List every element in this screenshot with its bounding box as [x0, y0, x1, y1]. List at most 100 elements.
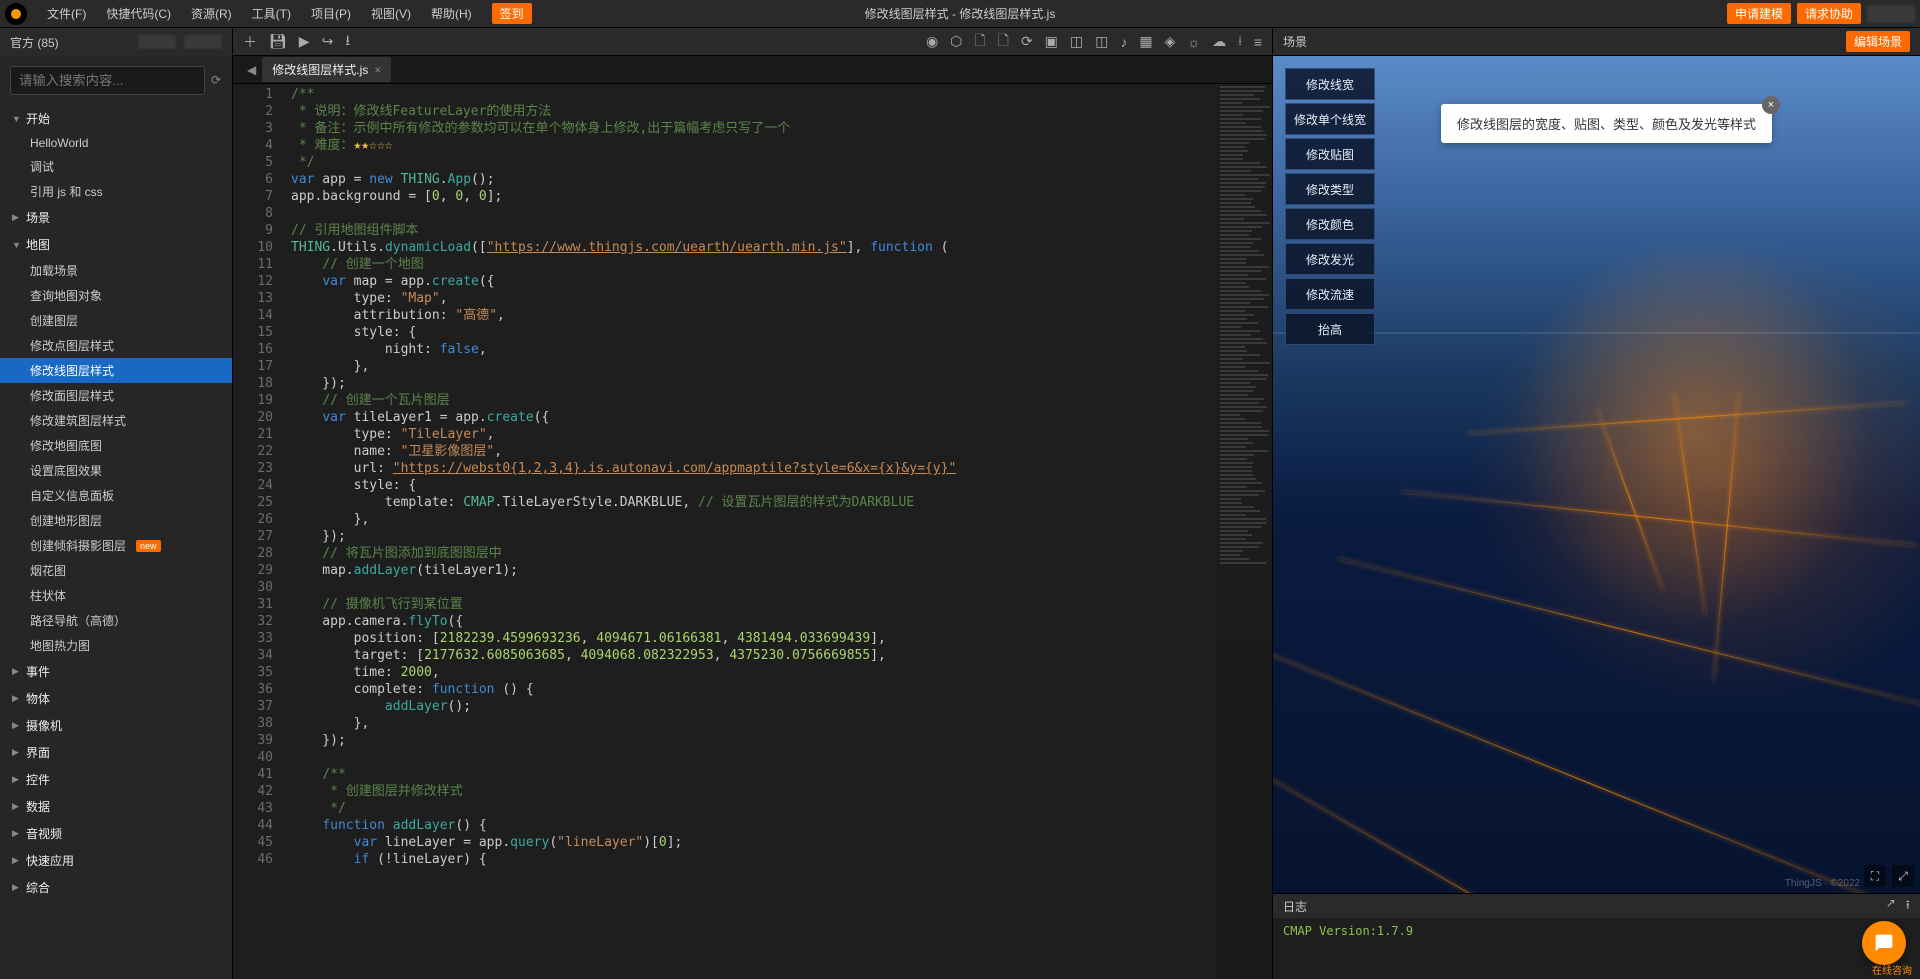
editor-tab[interactable]: 修改线图层样式.js ×	[262, 57, 391, 82]
tree-item[interactable]: 地图热力图	[0, 633, 232, 658]
tree-group[interactable]: ▶音视频	[0, 820, 232, 847]
tooltip-text: 修改线图层的宽度、贴图、类型、颜色及发光等样式	[1457, 117, 1756, 132]
scene-button[interactable]: 修改发光	[1285, 243, 1375, 275]
tree-item[interactable]: 创建倾斜摄影图层new	[0, 533, 232, 558]
tree-item[interactable]: 修改建筑图层样式	[0, 408, 232, 433]
tree-item[interactable]: 创建地形图层	[0, 508, 232, 533]
tree-group[interactable]: ▼地图	[0, 231, 232, 258]
tree-group[interactable]: ▶界面	[0, 739, 232, 766]
scene-button[interactable]: 修改线宽	[1285, 68, 1375, 100]
tree-item[interactable]: 修改线图层样式	[0, 358, 232, 383]
sidebar-action1[interactable]	[138, 35, 176, 49]
ruler-icon[interactable]: ⟊	[1238, 33, 1242, 50]
tree-item[interactable]: 路径导航（高德）	[0, 608, 232, 633]
scene-button[interactable]: 修改贴图	[1285, 138, 1375, 170]
scene-button[interactable]: 抬高	[1285, 313, 1375, 345]
console-title[interactable]: 日志	[1283, 898, 1307, 915]
new-file-icon[interactable]: ＋	[243, 32, 257, 52]
console-upload-icon[interactable]: ⭱	[1906, 896, 1910, 917]
globe-icon[interactable]: ◉	[926, 33, 938, 50]
tree-group[interactable]: ▶快速应用	[0, 847, 232, 874]
cube-icon[interactable]: ⬡	[950, 33, 962, 50]
editor-tab-label: 修改线图层样式.js	[272, 61, 368, 78]
menu-view[interactable]: 视图(V)	[361, 0, 421, 28]
top-menu-bar: 文件(F) 快捷代码(C) 资源(R) 工具(T) 项目(P) 视图(V) 帮助…	[0, 0, 1920, 28]
tree-item[interactable]: 烟花图	[0, 558, 232, 583]
tree-group[interactable]: ▶物体	[0, 685, 232, 712]
menu-tool[interactable]: 工具(T)	[242, 0, 301, 28]
tree-item[interactable]: 设置底图效果	[0, 458, 232, 483]
request-help-button[interactable]: 请求协助	[1797, 3, 1861, 24]
code-area[interactable]: /** * 说明：修改线FeatureLayer的使用方法 * 备注：示例中所有…	[281, 84, 1216, 979]
tree-item[interactable]: 修改面图层样式	[0, 383, 232, 408]
panel2-icon[interactable]: ◫	[1095, 33, 1108, 50]
tree-group[interactable]: ▶控件	[0, 766, 232, 793]
menu-resource[interactable]: 资源(R)	[181, 0, 242, 28]
sidebar-header: 官方 (85)	[0, 28, 232, 56]
music-icon[interactable]: ♪	[1120, 34, 1127, 50]
tree-item[interactable]: 自定义信息面板	[0, 483, 232, 508]
tree-group[interactable]: ▶综合	[0, 874, 232, 901]
console-message: CMAP Version:1.7.9	[1273, 918, 1920, 979]
close-tab-icon[interactable]: ×	[374, 63, 381, 77]
logo[interactable]	[5, 3, 27, 25]
tree-group[interactable]: ▶事件	[0, 658, 232, 685]
grid-icon[interactable]: ▦	[1139, 33, 1152, 50]
tree-item[interactable]: 修改点图层样式	[0, 333, 232, 358]
save-icon[interactable]: 💾︎	[269, 33, 287, 50]
tree-item[interactable]: 创建图层	[0, 308, 232, 333]
signin-button[interactable]: 签到	[492, 3, 532, 24]
sun-icon[interactable]: ☼	[1187, 34, 1200, 50]
tree-item[interactable]: 调试	[0, 154, 232, 179]
download-icon[interactable]: ⭳	[345, 30, 350, 54]
sidebar: 官方 (85) ⟳ ▼开始HelloWorld调试引用 js 和 css▶场景▼…	[0, 28, 233, 979]
tree-group[interactable]: ▶数据	[0, 793, 232, 820]
fullscreen-icon[interactable]: ⛶	[1864, 865, 1886, 887]
avatar[interactable]	[1867, 5, 1915, 23]
tabs-prev-icon[interactable]: ◀	[241, 63, 262, 77]
menu-quickcode[interactable]: 快捷代码(C)	[96, 0, 181, 28]
window-icon[interactable]: ▣	[1045, 33, 1058, 50]
tree-group[interactable]: ▶场景	[0, 204, 232, 231]
tree-item[interactable]: 引用 js 和 css	[0, 179, 232, 204]
panel1-icon[interactable]: ◫	[1070, 33, 1083, 50]
menu-project[interactable]: 项目(P)	[301, 0, 361, 28]
cloud-icon[interactable]: ☁	[1212, 33, 1226, 50]
file1-icon[interactable]: 🗋	[974, 30, 985, 54]
scene-button[interactable]: 修改流速	[1285, 278, 1375, 310]
scene-button[interactable]: 修改颜色	[1285, 208, 1375, 240]
search-input[interactable]	[10, 66, 205, 95]
refresh-icon[interactable]: ⟳	[211, 73, 222, 89]
scene-view[interactable]: 修改线宽修改单个线宽修改贴图修改类型修改颜色修改发光修改流速抬高 修改线图层的宽…	[1273, 56, 1920, 893]
tree-item[interactable]: 加载场景	[0, 258, 232, 283]
tooltip-close-icon[interactable]: ×	[1762, 96, 1780, 114]
float-help-button[interactable]	[1862, 921, 1906, 965]
minimap[interactable]	[1216, 84, 1272, 979]
run-icon[interactable]: ▶	[299, 33, 310, 50]
console-panel: 日志 ↗ ⭱ CMAP Version:1.7.9	[1273, 893, 1920, 979]
tree-group[interactable]: ▼开始	[0, 105, 232, 132]
apply-model-button[interactable]: 申请建模	[1727, 3, 1791, 24]
preview-title: 场景	[1283, 33, 1307, 50]
menu-help[interactable]: 帮助(H)	[421, 0, 482, 28]
tree-group[interactable]: ▶摄像机	[0, 712, 232, 739]
sidebar-title: 官方 (85)	[10, 34, 59, 51]
file2-icon[interactable]: 🗋	[998, 30, 1009, 54]
float-help-label: 在线咨询	[1872, 962, 1912, 977]
expand-icon[interactable]: ⤢	[1892, 865, 1914, 887]
scene-button[interactable]: 修改类型	[1285, 173, 1375, 205]
scene-button[interactable]: 修改单个线宽	[1285, 103, 1375, 135]
edit-scene-button[interactable]: 编辑场景	[1846, 31, 1910, 52]
list-icon[interactable]: ≡	[1254, 34, 1262, 50]
tree-item[interactable]: HelloWorld	[0, 132, 232, 154]
step-icon[interactable]: ↪	[322, 33, 334, 50]
tree-item[interactable]: 柱状体	[0, 583, 232, 608]
sync-icon[interactable]: ⟳	[1021, 33, 1033, 50]
tree-item[interactable]: 查询地图对象	[0, 283, 232, 308]
menu-file[interactable]: 文件(F)	[37, 0, 96, 28]
tree-item[interactable]: 修改地图底图	[0, 433, 232, 458]
view-icon[interactable]: ◈	[1165, 33, 1176, 50]
preview-header: 场景 编辑场景	[1273, 28, 1920, 56]
sidebar-action2[interactable]	[184, 35, 222, 49]
console-export-icon[interactable]: ↗	[1886, 896, 1896, 917]
